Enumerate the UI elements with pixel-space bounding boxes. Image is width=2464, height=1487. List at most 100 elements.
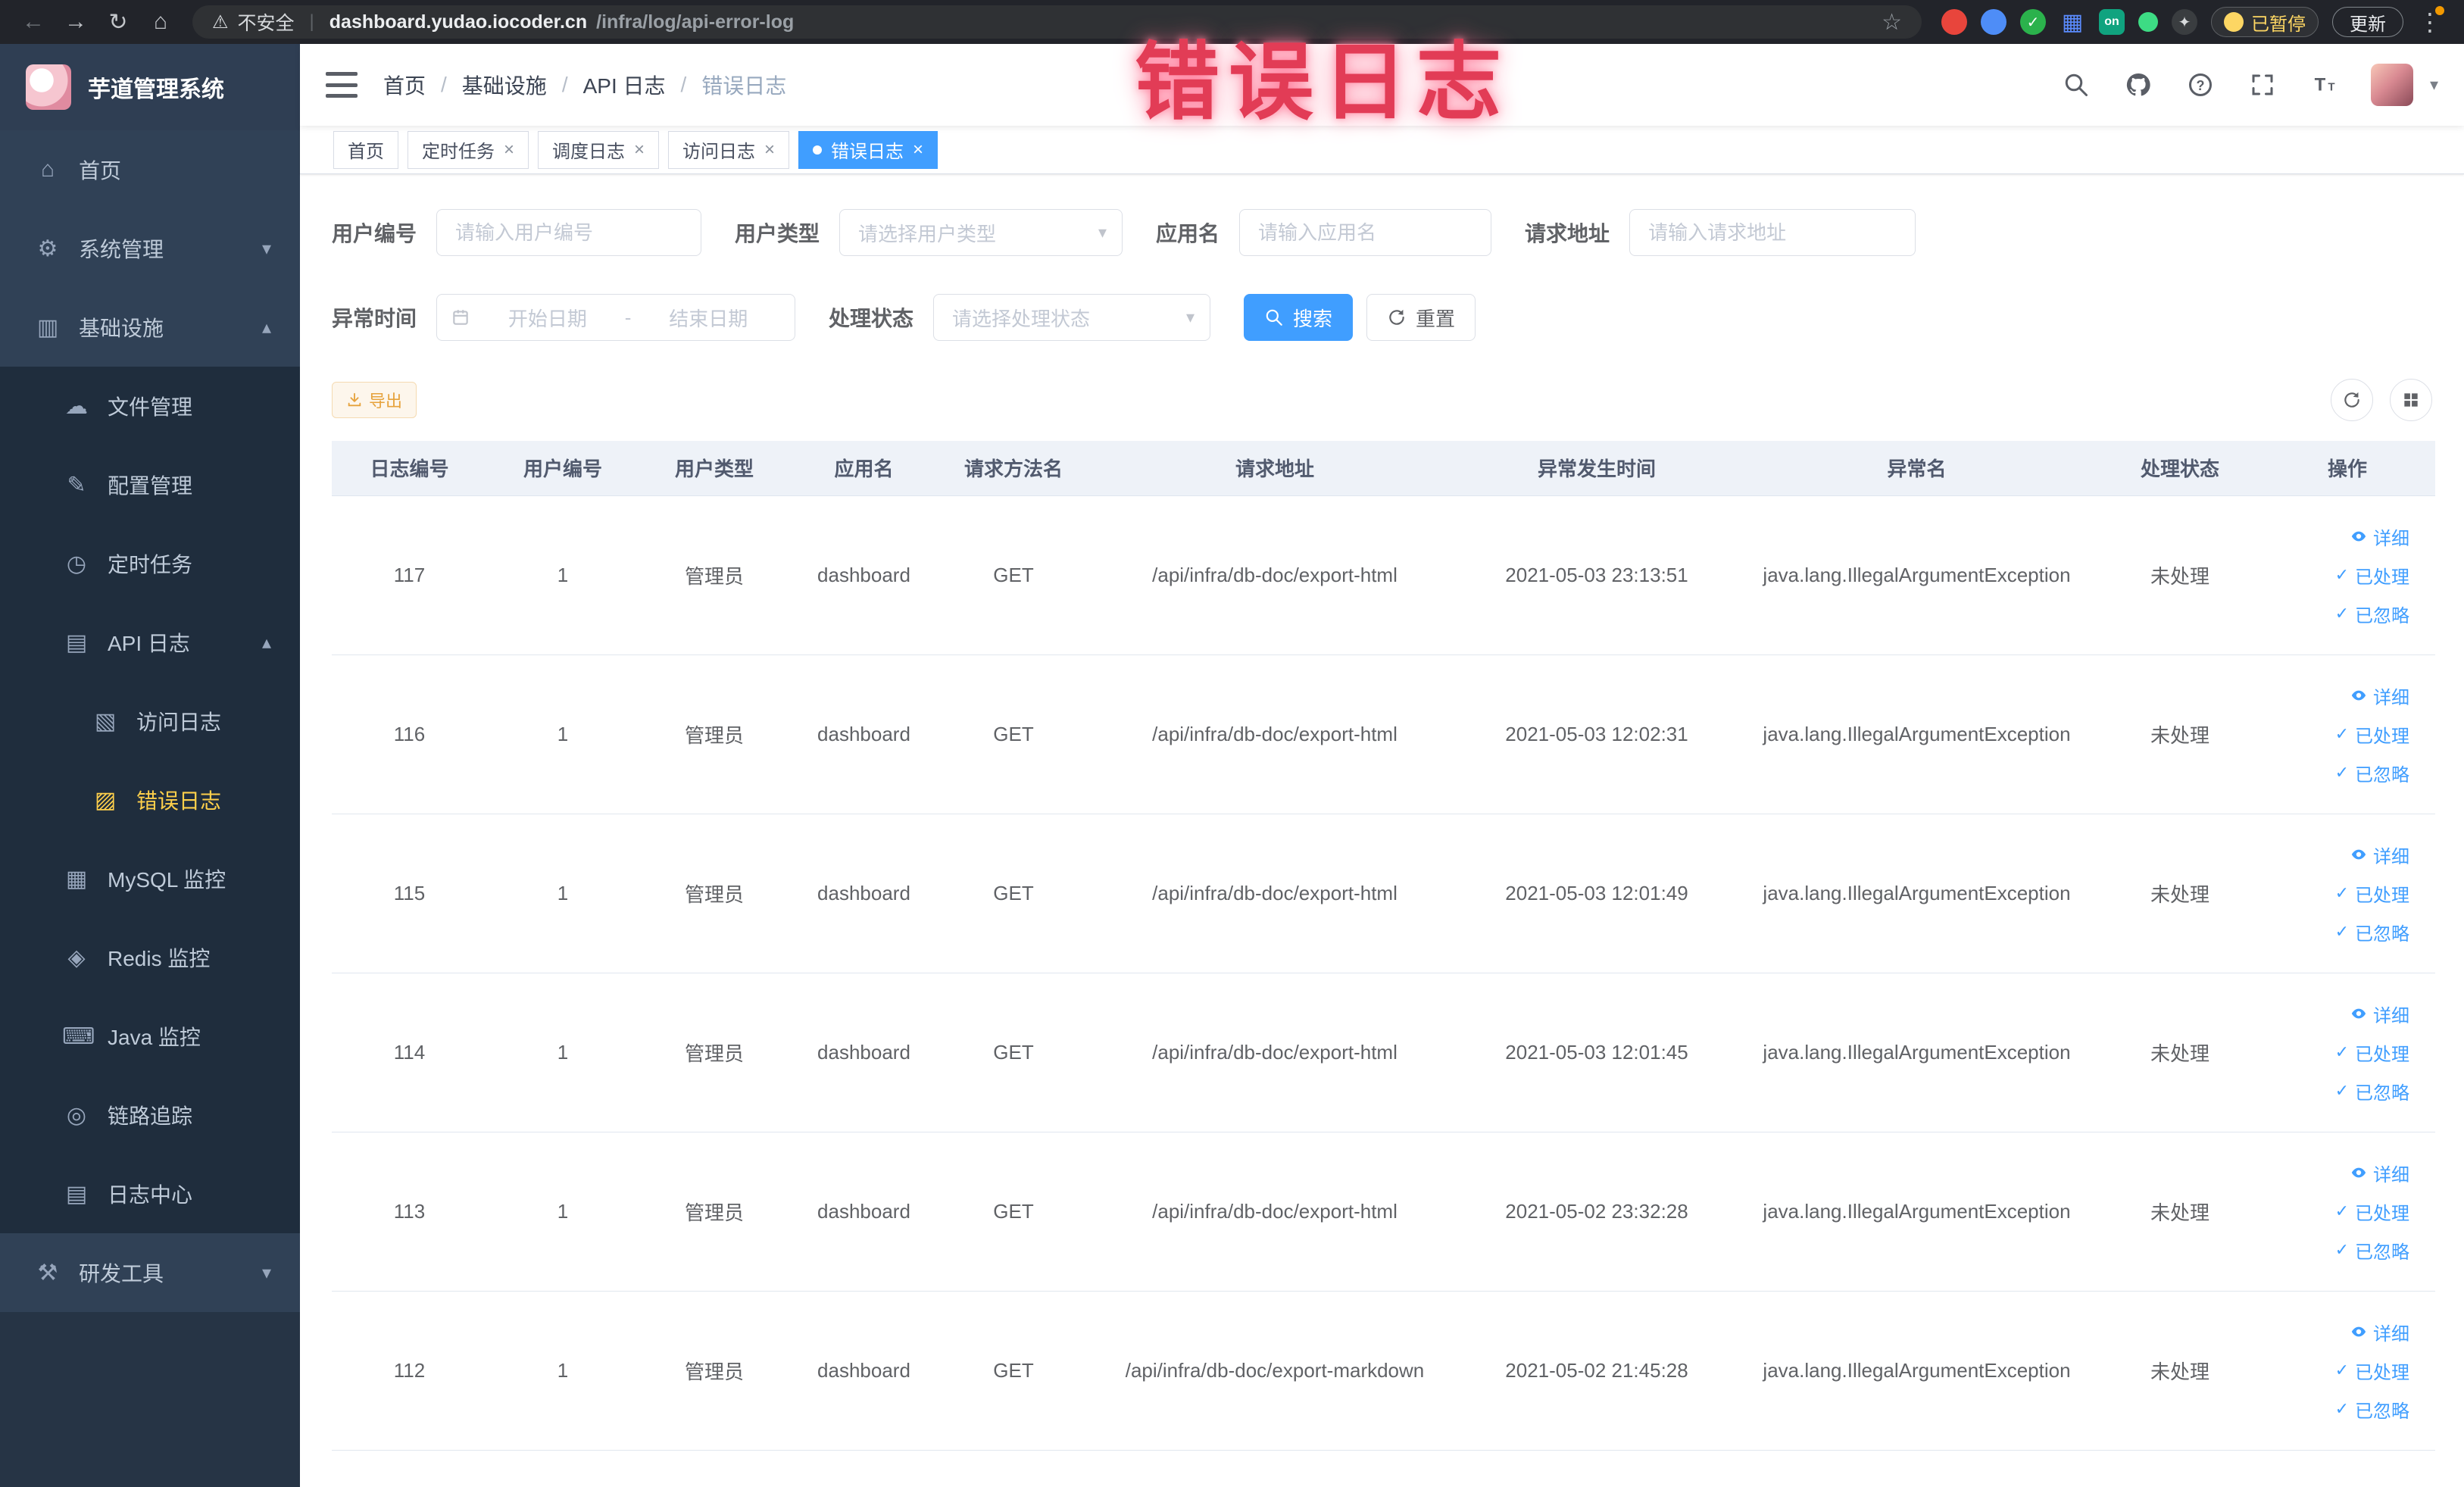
process-status-label: 处理状态 — [829, 307, 914, 330]
sidebar-item-log-center[interactable]: ▤ 日志中心 — [0, 1154, 300, 1233]
detail-link[interactable]: 详细 — [2350, 842, 2409, 868]
cell-log-id: 112 — [332, 1291, 487, 1451]
export-button[interactable]: 导出 — [332, 382, 417, 418]
app-title: 芋道管理系统 — [88, 77, 224, 102]
extension-icon[interactable]: ▦ — [2060, 9, 2085, 35]
cell-user-type: 管理员 — [639, 973, 790, 1132]
ignored-link[interactable]: ✓ 已忽略 — [2335, 1237, 2409, 1264]
date-range-picker[interactable]: 开始日期 - 结束日期 — [436, 294, 796, 341]
process-status-select[interactable]: 请选择处理状态 ▾ — [933, 294, 1211, 341]
app-name-label: 应用名 — [1156, 222, 1220, 245]
active-dot — [813, 145, 823, 155]
tab-schedule-log[interactable]: 调度日志 × — [538, 130, 660, 169]
sidebar-item-dev-tools[interactable]: ⚒ 研发工具 ▾ — [0, 1233, 300, 1312]
cell-exception: java.lang.IllegalArgumentException — [1733, 973, 2100, 1132]
sidebar-item-trace[interactable]: ◎ 链路追踪 — [0, 1076, 300, 1154]
home-icon[interactable]: ⌂ — [141, 5, 180, 39]
extension-icon[interactable]: ✦ — [2172, 9, 2197, 35]
processed-link[interactable]: ✓ 已处理 — [2335, 1357, 2409, 1384]
close-icon[interactable]: × — [913, 140, 923, 159]
search-button[interactable]: 搜索 — [1244, 294, 1354, 341]
sidebar-item-label: 访问日志 — [136, 711, 222, 734]
app-name-input[interactable] — [1239, 209, 1492, 256]
fullscreen-icon[interactable] — [2247, 69, 2278, 101]
paused-badge[interactable]: 已暂停 — [2211, 7, 2319, 37]
sidebar-item-cron-job[interactable]: ◷ 定时任务 — [0, 524, 300, 603]
cell-time: 2021-05-02 23:32:28 — [1460, 1132, 1733, 1292]
eye-icon — [2350, 687, 2367, 704]
tab-home[interactable]: 首页 — [333, 130, 398, 169]
sidebar-item-java-monitor[interactable]: ⌨ Java 监控 — [0, 997, 300, 1076]
detail-link[interactable]: 详细 — [2350, 1319, 2409, 1345]
sidebar-item-infra[interactable]: ▥ 基础设施 ▴ — [0, 288, 300, 367]
tab-error-log[interactable]: 错误日志 × — [798, 130, 938, 169]
github-icon[interactable] — [2122, 69, 2154, 101]
ignored-link[interactable]: ✓ 已忽略 — [2335, 1396, 2409, 1423]
font-size-icon[interactable] — [2309, 69, 2341, 101]
breadcrumb-item[interactable]: 基础设施 — [462, 70, 547, 100]
processed-link[interactable]: ✓ 已处理 — [2335, 562, 2409, 589]
sidebar-item-config-manage[interactable]: ✎ 配置管理 — [0, 445, 300, 524]
sidebar-item-redis-monitor[interactable]: ◈ Redis 监控 — [0, 918, 300, 997]
columns-button[interactable] — [2390, 379, 2432, 421]
ignored-link[interactable]: ✓ 已忽略 — [2335, 1078, 2409, 1104]
ignored-link[interactable]: ✓ 已忽略 — [2335, 760, 2409, 786]
sidebar-item-label: 文件管理 — [108, 395, 193, 419]
detail-link[interactable]: 详细 — [2350, 1160, 2409, 1186]
reset-button[interactable]: 重置 — [1366, 294, 1476, 341]
bookmark-star-icon[interactable]: ☆ — [1882, 9, 1902, 36]
cell-status: 未处理 — [2100, 495, 2259, 655]
caret-down-icon[interactable]: ▾ — [2430, 75, 2438, 95]
sidebar-item-error-log[interactable]: ▨ 错误日志 — [0, 761, 300, 839]
breadcrumb-item[interactable]: 首页 — [383, 70, 426, 100]
sidebar-item-access-log[interactable]: ▧ 访问日志 — [0, 682, 300, 761]
tab-access-log[interactable]: 访问日志 × — [668, 130, 790, 169]
processed-link[interactable]: ✓ 已处理 — [2335, 880, 2409, 907]
ignored-link[interactable]: ✓ 已忽略 — [2335, 919, 2409, 945]
sidebar-item-file-manage[interactable]: ☁ 文件管理 — [0, 367, 300, 445]
paused-label: 已暂停 — [2251, 14, 2306, 35]
close-icon[interactable]: × — [504, 140, 514, 159]
processed-link[interactable]: ✓ 已处理 — [2335, 1198, 2409, 1225]
detail-link[interactable]: 详细 — [2350, 1001, 2409, 1027]
processed-link[interactable]: ✓ 已处理 — [2335, 721, 2409, 748]
update-button[interactable]: 更新 — [2332, 7, 2403, 37]
user-type-select[interactable]: 请选择用户类型 ▾ — [839, 209, 1123, 256]
reload-icon[interactable]: ↻ — [98, 5, 138, 39]
sidebar-item-system[interactable]: ⚙ 系统管理 ▾ — [0, 209, 300, 288]
extension-icon[interactable] — [1941, 9, 1967, 35]
extension-icon[interactable]: on — [2099, 9, 2125, 35]
tab-cron-job[interactable]: 定时任务 × — [408, 130, 529, 169]
search-icon[interactable] — [2060, 69, 2092, 101]
close-icon[interactable]: × — [634, 140, 645, 159]
extension-icon[interactable] — [2138, 12, 2158, 32]
avatar[interactable] — [2370, 64, 2413, 106]
forward-icon[interactable]: → — [56, 5, 95, 39]
close-icon[interactable]: × — [764, 140, 775, 159]
back-icon[interactable]: ← — [14, 5, 53, 39]
sidebar-item-label: Java 监控 — [108, 1026, 201, 1049]
browser-menu-icon[interactable]: ⋮ — [2417, 6, 2444, 36]
breadcrumb-item[interactable]: API 日志 — [583, 70, 666, 100]
detail-link[interactable]: 详细 — [2350, 683, 2409, 709]
cell-exception: java.lang.IllegalArgumentException — [1733, 1291, 2100, 1451]
extension-icon[interactable] — [1981, 9, 2006, 35]
column-header: 异常发生时间 — [1460, 441, 1733, 496]
sidebar-item-api-log[interactable]: ▤ API 日志 ▴ — [0, 603, 300, 682]
cell-time: 2021-05-03 12:01:49 — [1460, 814, 1733, 973]
sidebar-item-mysql-monitor[interactable]: ▦ MySQL 监控 — [0, 839, 300, 918]
sidebar-item-label: 系统管理 — [79, 238, 164, 261]
extension-icon[interactable]: ✓ — [2020, 9, 2046, 35]
sidebar-item-label: 配置管理 — [108, 474, 193, 498]
help-icon[interactable] — [2184, 69, 2216, 101]
ignored-link[interactable]: ✓ 已忽略 — [2335, 601, 2409, 627]
detail-link[interactable]: 详细 — [2350, 523, 2409, 550]
sidebar-item-home[interactable]: ⌂ 首页 — [0, 130, 300, 209]
refresh-button[interactable] — [2331, 379, 2373, 421]
hamburger-icon[interactable] — [326, 72, 358, 98]
app-logo[interactable]: 芋道管理系统 — [0, 44, 300, 130]
address-bar[interactable]: ⚠ 不安全 | dashboard.yudao.iocoder.cn /infr… — [192, 5, 1922, 39]
user-id-input[interactable] — [436, 209, 702, 256]
processed-link[interactable]: ✓ 已处理 — [2335, 1039, 2409, 1066]
request-url-input[interactable] — [1629, 209, 1916, 256]
